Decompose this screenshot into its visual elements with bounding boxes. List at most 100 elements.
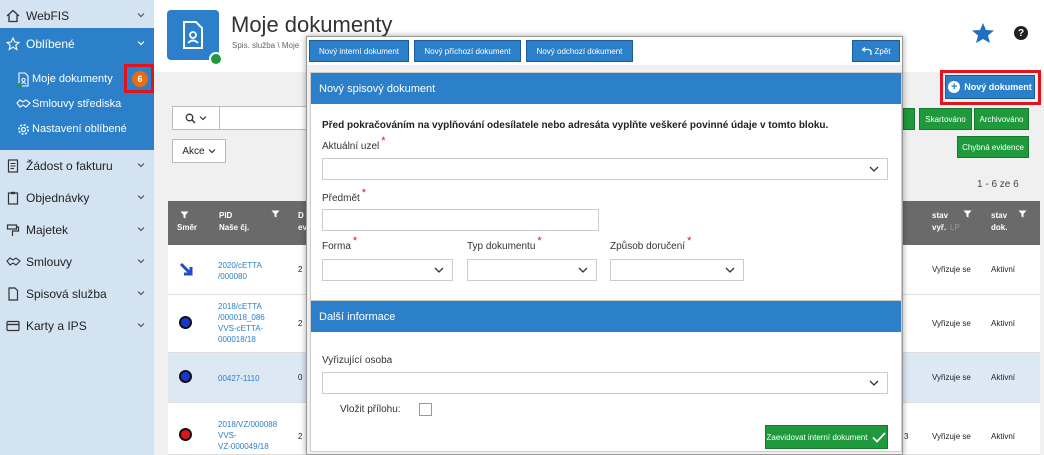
filter-icon[interactable] [1018, 210, 1027, 222]
submit-label: Zaevidovat interní dokument [766, 432, 868, 442]
warning-text: Před pokračováním na vyplňování odesílat… [322, 120, 829, 131]
status-check-icon [209, 52, 223, 66]
breadcrumb-separator: \ [277, 41, 280, 50]
card-icon [4, 317, 22, 335]
search-dropdown[interactable] [172, 106, 220, 130]
new-document-button[interactable]: + Nový dokument [945, 75, 1035, 99]
chevron-down-icon [434, 267, 444, 273]
row-pid[interactable]: 2018/VZ/000088 VVS- VZ-000049/18 [218, 419, 277, 452]
sidebar-item-majetek[interactable]: Majetek [0, 214, 154, 246]
required-marker: * [352, 235, 358, 247]
file-icon [4, 285, 22, 303]
chevron-down-icon [208, 149, 216, 154]
zpusob-doruceni-select[interactable] [610, 259, 744, 281]
chevron-down-icon [136, 159, 146, 173]
chevron-down-icon [136, 37, 146, 51]
row-cell-truncated: 3 [904, 432, 909, 441]
typ-dokumentu-select[interactable] [467, 259, 597, 281]
table-header-right: stav vyř. LP stav dok. [900, 201, 1040, 245]
handshake-icon [4, 253, 22, 271]
row-stav-vyr: Vyřizuje se [932, 319, 971, 328]
favorite-star-icon[interactable] [971, 22, 995, 47]
column-header-stav-vyr[interactable]: stav [932, 210, 948, 222]
row-pid[interactable]: 00427-1110 [218, 373, 260, 384]
help-icon[interactable]: ? [1014, 26, 1028, 40]
tab-novy-interni-dokument[interactable]: Nový interní dokument [309, 40, 409, 62]
sidebar-item-label: Objednávky [26, 191, 90, 205]
row-stav-vyr: Vyřizuje se [932, 265, 971, 274]
skartovano-button[interactable]: Skartováno [919, 108, 972, 130]
vlozit-prilohu-checkbox[interactable] [419, 403, 432, 416]
chevron-down-icon [136, 287, 146, 301]
required-marker: * [687, 235, 692, 247]
table-row[interactable]: 3 Vyřizuje se Aktivní [900, 403, 1040, 455]
forma-select[interactable] [322, 259, 453, 281]
column-header-truncated[interactable]: D [298, 210, 304, 222]
sidebar-item-smlouvy[interactable]: Smlouvy [0, 246, 154, 278]
chevron-down-icon [578, 267, 588, 273]
search-input[interactable] [220, 106, 308, 130]
sidebar-item-zadost-o-fakturu[interactable]: Žádost o fakturu [0, 150, 154, 182]
sidebar-subitem-moje-dokumenty[interactable]: Moje dokumenty [15, 68, 113, 90]
back-button[interactable]: Zpět [852, 40, 900, 62]
required-marker: * [361, 187, 367, 199]
sidebar-item-oblibene[interactable]: Oblíbené [0, 28, 154, 60]
column-header-stav-dok[interactable]: stav [991, 210, 1007, 222]
tab-novy-odchozi-dokument[interactable]: Nový odchozí dokument [526, 40, 633, 62]
pager-info: 1 - 6 ze 6 [977, 179, 1019, 190]
sidebar-subitem-smlouvy-strediska[interactable]: Smlouvy střediska [15, 93, 121, 115]
status-dot-blue [179, 370, 192, 383]
sidebar-subitem-nastaveni-oblibene[interactable]: Nastavení oblíbené [15, 118, 127, 140]
sidebar-item-karty-a-ips[interactable]: Karty a IPS [0, 310, 154, 342]
filter-icon[interactable] [271, 210, 280, 222]
field-label-predmet: Předmět * [322, 187, 367, 204]
submit-button[interactable]: Zaevidovat interní dokument [765, 425, 888, 449]
table-row[interactable]: Vyřizuje se Aktivní [900, 245, 1040, 295]
tab-novy-prichozi-dokument[interactable]: Nový příchozí dokument [414, 40, 521, 62]
row-cell-truncated: 2 [298, 265, 303, 274]
partial-green-button[interactable] [903, 108, 915, 130]
sidebar-item-label: Karty a IPS [26, 319, 87, 333]
count-badge: 6 [132, 71, 148, 87]
table-row[interactable]: Vyřizuje se Aktivní [900, 295, 1040, 353]
sidebar-item-spisova-sluzba[interactable]: Spisová služba [0, 278, 154, 310]
gear-icon [15, 121, 31, 137]
sidebar-item-label: Oblíbené [26, 37, 75, 51]
akce-dropdown[interactable]: Akce [172, 139, 226, 163]
search-icon [185, 113, 196, 123]
aktualni-uzel-select[interactable] [322, 158, 888, 180]
sidebar-subitem-label: Nastavení oblíbené [32, 123, 127, 135]
user-document-icon [15, 71, 31, 87]
table-row[interactable]: 00427-1110 0 [168, 353, 308, 403]
sidebar-item-objednavky[interactable]: Objednávky [0, 182, 154, 214]
breadcrumb-item[interactable]: Spis. služba [232, 41, 275, 50]
column-header-stav-dok-2[interactable]: dok. [991, 222, 1007, 234]
predmet-input[interactable] [322, 209, 599, 231]
field-label-aktualni-uzel: Aktuální uzel * [322, 135, 386, 152]
table-row[interactable]: 2020/cETTA/000080 2 [168, 245, 308, 295]
back-arrow-icon [862, 46, 873, 55]
sidebar-item-label: Spisová služba [26, 287, 107, 301]
chevron-down-icon [869, 380, 879, 386]
row-cell-truncated: 0 [298, 373, 303, 382]
column-header-nase-cj[interactable]: Naše čj. [219, 222, 249, 234]
sidebar-subitem-label: Smlouvy střediska [32, 98, 122, 110]
column-header-pid[interactable]: PID [219, 210, 232, 222]
table-row[interactable]: Vyřizuje se Aktivní [900, 353, 1040, 403]
archivovano-button[interactable]: Archivováno [974, 108, 1029, 130]
table-row[interactable]: 2018/cETTA/000018_086 VVS-cETTA- 000018/18… [168, 295, 308, 353]
row-pid[interactable]: 2018/cETTA/000018_086 VVS-cETTA- 000018/18 [218, 301, 265, 345]
column-header-stav-vyr-2[interactable]: vyř. [932, 222, 946, 234]
row-stav-vyr: Vyřizuje se [932, 432, 971, 441]
page-title: Moje dokumenty [231, 12, 393, 37]
table-row[interactable]: 2018/VZ/000088 VVS- VZ-000049/18 2 [168, 403, 308, 455]
row-pid[interactable]: 2020/cETTA/000080 [218, 260, 262, 282]
vyrizujici-osoba-select[interactable] [322, 372, 888, 394]
chybna-evidence-button[interactable]: Chybná evidence [957, 136, 1029, 158]
column-header-smer[interactable]: Směr [177, 222, 197, 234]
sidebar-item-label: Žádost o fakturu [26, 159, 113, 173]
breadcrumb: Spis. služba \ Moje [232, 41, 299, 50]
filter-icon[interactable] [963, 210, 972, 222]
sidebar-item-label: Smlouvy [26, 255, 73, 269]
breadcrumb-item[interactable]: Moje [282, 41, 299, 50]
